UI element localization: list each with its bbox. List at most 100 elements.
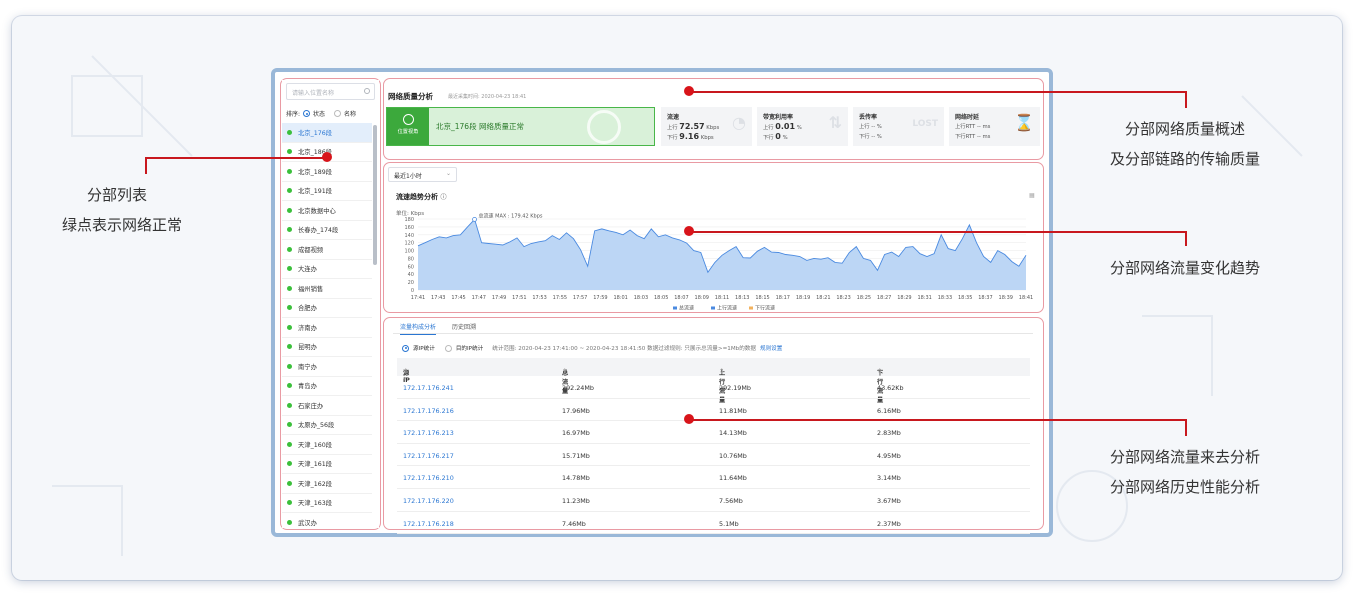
table-row[interactable]: 172.17.176.216 17.96Mb 11.81Mb 6.16Mb [397, 399, 1030, 422]
sidebar-item[interactable]: 北京_191段 [282, 182, 372, 201]
sort-options: 排序: 状态 名称 [286, 109, 356, 118]
sidebar-item[interactable]: 昆明办 [282, 338, 372, 357]
sort-name-radio[interactable] [334, 110, 342, 117]
src-ip-radio[interactable] [402, 344, 409, 352]
dst-ip-radio[interactable] [444, 344, 452, 352]
cell-ip[interactable]: 172.17.176.217 [403, 452, 454, 460]
search-placeholder: 请输入位置名称 [292, 90, 335, 97]
cell-total: 15.71Mb [562, 451, 590, 460]
sidebar-item[interactable]: 石家庄办 [282, 396, 372, 416]
annotation-table: 分部网络流量来去分析 分部网络历史性能分析 [1080, 442, 1290, 502]
sidebar-item[interactable]: 福州销售 [282, 279, 372, 299]
x-tick-label: 18:41 [1019, 295, 1033, 301]
sidebar-item-label: 北京_176段 [298, 129, 333, 137]
cell-ip[interactable]: 172.17.176.210 [403, 474, 454, 482]
cell-total: 11.23Mb [562, 496, 590, 505]
check-circle-icon [587, 110, 621, 144]
sidebar-item[interactable]: 南宁办 [282, 357, 372, 377]
sidebar-item[interactable]: 北京_176段 [282, 123, 372, 143]
cell-ip[interactable]: 172.17.176.218 [403, 520, 454, 528]
sort-name-label: 名称 [344, 111, 357, 118]
table-row[interactable]: 172.17.176.217 15.71Mb 10.76Mb 4.95Mb [397, 444, 1030, 467]
x-tick-label: 18:23 [836, 295, 850, 301]
help-icon[interactable]: ⓘ [440, 194, 446, 201]
annotation-sidebar-line1: 分部列表 [86, 186, 147, 204]
x-tick-label: 18:33 [938, 295, 952, 301]
time-range-select[interactable]: 最近1小时 ⌄ [388, 167, 457, 182]
sidebar-item[interactable]: 北京_189段 [282, 162, 372, 182]
sort-status-radio[interactable] [303, 110, 311, 117]
table-row[interactable]: 172.17.176.218 7.46Mb 5.1Mb 2.37Mb [397, 512, 1030, 535]
sort-icon: ⇕ [562, 368, 568, 375]
status-dot-icon [287, 422, 292, 428]
table-row[interactable]: 172.17.176.241 292.24Mb 292.19Mb 43.62Kb [397, 376, 1030, 399]
x-tick-label: 18:19 [796, 295, 810, 301]
rule-settings-link[interactable]: 规则设置 [760, 344, 782, 352]
sort-status-label: 状态 [313, 111, 326, 118]
y-tick-label: 160 [404, 225, 414, 231]
annotation-table-line1: 分部网络流量来去分析 [1109, 448, 1260, 466]
cell-ip[interactable]: 172.17.176.241 [403, 384, 454, 392]
sidebar-item-label: 太原办_56段 [298, 422, 335, 430]
location-pin-icon [402, 114, 414, 125]
search-icon[interactable] [364, 88, 370, 94]
cell-total: 7.46Mb [562, 519, 586, 528]
sidebar-item-label: 武汉办 [298, 519, 317, 527]
sidebar-item[interactable]: 天津_163段 [282, 494, 372, 513]
cell-ip[interactable]: 172.17.176.216 [403, 407, 454, 415]
x-tick-label: 18:15 [755, 295, 769, 301]
branch-list: 北京_176段 北京_186段 北京_189段 北京_191段 北京数据中心 长春办_17… [282, 123, 372, 528]
bandwidth-label: 带宽利用率 [763, 114, 794, 121]
annotation-trend-line1: 分部网络流量变化趋势 [1109, 259, 1260, 277]
sidebar-item[interactable]: 天津_161段 [282, 455, 372, 474]
sidebar-item[interactable]: 天津_162段 [282, 474, 372, 494]
leader-line-table [689, 419, 1187, 421]
sidebar-item[interactable]: 长春办_174段 [282, 221, 372, 240]
location-search-input[interactable]: 请输入位置名称 [286, 83, 375, 100]
table-row[interactable]: 172.17.176.210 14.78Mb 11.64Mb 3.14Mb [397, 466, 1030, 489]
rtt-down: 下行RTT -- ms [955, 134, 991, 140]
flow-up-value: 72.57 [679, 122, 705, 131]
x-tick-label: 17:41 [411, 295, 425, 301]
x-tick-label: 17:51 [512, 295, 526, 301]
overview-title: 网络质量分析 [388, 92, 433, 101]
sidebar-item[interactable]: 合肥办 [282, 299, 372, 318]
latency-card: 网络时延 上行RTT -- ms 下行RTT -- ms ⌛ [949, 107, 1040, 146]
up-down-arrows-icon: ⇅ [828, 113, 842, 132]
sidebar-scrollbar[interactable] [373, 125, 377, 265]
sidebar-item-label: 北京数据中心 [298, 207, 336, 215]
branch-sidebar: 请输入位置名称 排序: 状态 名称 北京_176段 北京_186段 北京_189段北… [282, 80, 379, 528]
leader-line-trend-drop [1185, 231, 1187, 246]
x-tick-label: 17:47 [472, 295, 486, 301]
legend-swatch [711, 306, 715, 310]
status-dot-icon [287, 266, 292, 272]
location-view-button[interactable]: 位置视角 [387, 108, 429, 145]
x-tick-label: 18:13 [735, 295, 749, 301]
sidebar-item[interactable]: 太原办_56段 [282, 416, 372, 435]
flow-up-unit: Kbps [706, 125, 720, 131]
sidebar-item[interactable]: 北京数据中心 [282, 201, 372, 221]
flow-rate-label: 流速 [667, 114, 680, 121]
flow-up-label: 上行 [667, 125, 678, 131]
table-row[interactable]: 172.17.176.213 16.97Mb 14.13Mb 2.83Mb [397, 421, 1030, 444]
latency-label: 网络时延 [955, 114, 980, 121]
sidebar-item-label: 大连办 [298, 266, 317, 274]
overview-time: 最近采集时间: 2020-04-23 18:41 [448, 94, 527, 100]
sidebar-item[interactable]: 青岛办 [282, 377, 372, 396]
sidebar-item[interactable]: 天津_160段 [282, 435, 372, 455]
cell-down: 6.16Mb [877, 406, 901, 415]
sidebar-item[interactable]: 大连办 [282, 260, 372, 279]
cell-ip[interactable]: 172.17.176.220 [403, 497, 454, 505]
status-dot-icon [287, 227, 292, 233]
sidebar-item[interactable]: 济南办 [282, 318, 372, 338]
x-tick-label: 17:59 [593, 295, 607, 301]
annotation-overview-line1: 分部网络质量概述 [1124, 120, 1245, 138]
cell-ip[interactable]: 172.17.176.213 [403, 429, 454, 437]
table-row[interactable]: 172.17.176.220 11.23Mb 7.56Mb 3.67Mb [397, 489, 1030, 512]
sidebar-item[interactable]: 武汉办 [282, 513, 372, 528]
y-tick-label: 0 [411, 288, 414, 294]
export-icon[interactable]: ▦ [1029, 192, 1035, 199]
cell-up: 7.56Mb [719, 496, 743, 505]
x-tick-label: 18:21 [816, 295, 830, 301]
sidebar-item[interactable]: 成都视频 [282, 240, 372, 260]
